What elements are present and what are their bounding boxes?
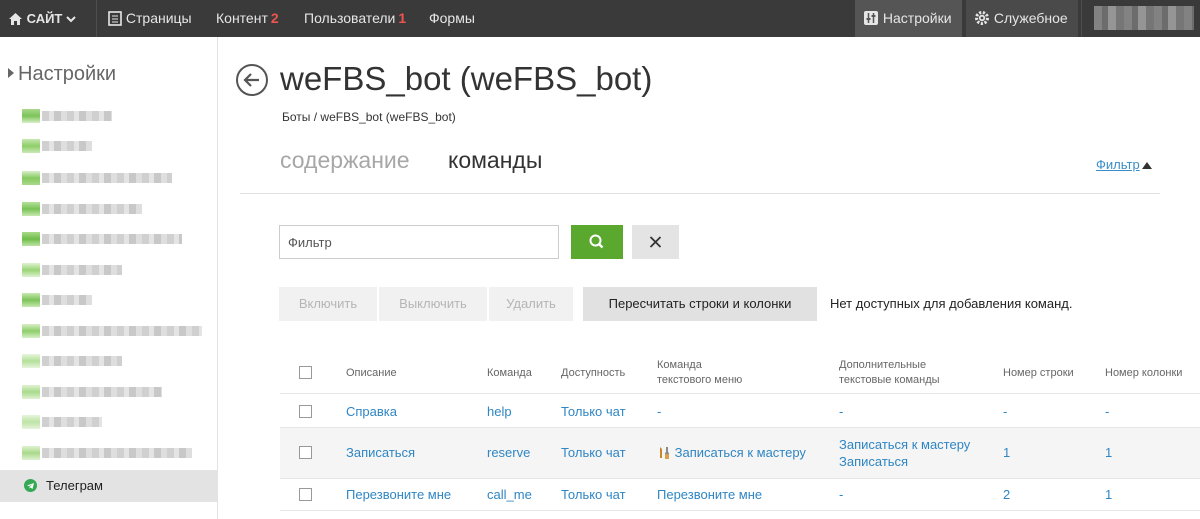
row-availability[interactable]: Только чат bbox=[561, 403, 626, 420]
filter-toggle-label: Фильтр bbox=[1096, 157, 1140, 172]
row-checkbox[interactable] bbox=[299, 446, 312, 459]
row-description[interactable]: Справка bbox=[346, 403, 397, 420]
page-title: weFBS_bot (weFBS_bot) bbox=[280, 60, 653, 97]
users-count-badge: 1 bbox=[398, 10, 407, 26]
site-menu-button[interactable]: САЙТ bbox=[8, 0, 76, 37]
status-message: Нет доступных для добавления команд. bbox=[830, 296, 1073, 311]
column-header[interactable]: Номер колонки bbox=[1105, 366, 1182, 381]
nav-content[interactable]: Контент 2 bbox=[216, 0, 279, 37]
row-column-number[interactable]: 1 bbox=[1105, 486, 1112, 503]
chevron-down-icon bbox=[66, 15, 76, 22]
column-header[interactable]: Доступность bbox=[561, 366, 625, 381]
tab-content[interactable]: содержание bbox=[280, 147, 410, 174]
row-command[interactable]: help bbox=[487, 403, 512, 420]
home-icon bbox=[9, 12, 22, 25]
sidebar-item-label: Телеграм bbox=[46, 478, 103, 493]
content-count-badge: 2 bbox=[270, 10, 279, 26]
nav-settings[interactable]: Настройки bbox=[855, 0, 962, 37]
row-column-number[interactable]: 1 bbox=[1105, 444, 1112, 461]
nav-service[interactable]: Служебное bbox=[966, 0, 1078, 37]
close-icon bbox=[649, 236, 662, 248]
nav-users-label: Пользователи bbox=[304, 10, 396, 26]
row-description[interactable]: Перезвоните мне bbox=[346, 486, 451, 503]
user-account-blurred[interactable] bbox=[1094, 6, 1194, 30]
row-extra-command[interactable]: - bbox=[839, 486, 843, 503]
clear-filter-button[interactable] bbox=[632, 225, 679, 259]
caret-right-icon bbox=[8, 68, 14, 78]
site-label: САЙТ bbox=[26, 11, 63, 26]
recalculate-button[interactable]: Пересчитать строки и колонки bbox=[583, 287, 817, 321]
row-line-number[interactable]: - bbox=[1003, 403, 1007, 420]
select-all-checkbox[interactable] bbox=[299, 366, 312, 379]
row-description[interactable]: Записаться bbox=[346, 444, 415, 461]
divider bbox=[1081, 0, 1082, 37]
sidebar: Настройки Телеграм bbox=[0, 37, 218, 519]
nav-pages[interactable]: Страницы bbox=[108, 0, 192, 37]
column-header[interactable]: Дополнительные текстовые команды bbox=[839, 358, 940, 388]
divider bbox=[280, 393, 1200, 394]
top-navigation-bar: САЙТ Страницы Контент 2 Пользователи 1 Фор… bbox=[0, 0, 1200, 37]
nav-settings-label: Настройки bbox=[882, 10, 952, 26]
divider bbox=[240, 193, 1160, 194]
sidebar-title[interactable]: Настройки bbox=[8, 63, 116, 86]
divider bbox=[280, 478, 1200, 479]
nav-forms-label: Формы bbox=[429, 10, 475, 26]
row-extra-command[interactable]: Записаться к мастеру bbox=[839, 436, 970, 453]
row-extra-command[interactable]: Записаться bbox=[839, 453, 908, 470]
row-checkbox[interactable] bbox=[299, 405, 312, 418]
arrow-left-icon bbox=[243, 73, 259, 87]
nav-pages-label: Страницы bbox=[125, 10, 192, 26]
row-availability[interactable]: Только чат bbox=[561, 444, 626, 461]
breadcrumb[interactable]: Боты / weFBS_bot (weFBS_bot) bbox=[282, 110, 456, 124]
filter-toggle-link[interactable]: Фильтр bbox=[1096, 157, 1152, 172]
tab-commands[interactable]: команды bbox=[448, 147, 542, 174]
menu-command-label: Записаться к мастеру bbox=[674, 445, 806, 460]
enable-button[interactable]: Включить bbox=[279, 287, 377, 321]
disable-button[interactable]: Выключить bbox=[379, 287, 487, 321]
tools-icon bbox=[660, 446, 669, 459]
gear-icon bbox=[975, 11, 989, 26]
row-column-number[interactable]: - bbox=[1105, 403, 1109, 420]
page-icon bbox=[108, 10, 122, 26]
column-header[interactable]: Команда bbox=[487, 366, 532, 381]
row-command[interactable]: call_me bbox=[487, 486, 532, 503]
row-availability[interactable]: Только чат bbox=[561, 486, 626, 503]
row-checkbox[interactable] bbox=[299, 488, 312, 501]
back-button[interactable] bbox=[236, 64, 268, 96]
row-line-number[interactable]: 1 bbox=[1003, 444, 1010, 461]
row-command[interactable]: reserve bbox=[487, 444, 530, 461]
nav-service-label: Служебное bbox=[993, 10, 1068, 26]
search-button[interactable] bbox=[571, 225, 623, 259]
sidebar-item-telegram[interactable]: Телеграм bbox=[0, 470, 218, 502]
nav-content-label: Контент bbox=[216, 10, 268, 26]
column-header[interactable]: Команда текстового меню bbox=[657, 358, 742, 388]
telegram-icon bbox=[24, 479, 37, 492]
row-extra-command[interactable]: - bbox=[839, 403, 843, 420]
nav-users[interactable]: Пользователи 1 bbox=[304, 0, 406, 37]
filter-input[interactable] bbox=[279, 225, 559, 259]
row-menu-command[interactable]: Перезвоните мне bbox=[657, 486, 762, 503]
row-line-number[interactable]: 2 bbox=[1003, 486, 1010, 503]
divider bbox=[96, 0, 97, 37]
column-header[interactable]: Описание bbox=[346, 366, 397, 381]
row-menu-command[interactable]: - bbox=[657, 403, 661, 420]
delete-button[interactable]: Удалить bbox=[489, 287, 573, 321]
divider bbox=[280, 510, 1200, 511]
search-icon bbox=[589, 234, 604, 249]
settings-sliders-icon bbox=[864, 11, 878, 26]
row-menu-command[interactable]: Записаться к мастеру bbox=[657, 444, 806, 461]
sidebar-title-label: Настройки bbox=[18, 63, 117, 85]
column-header[interactable]: Номер строки bbox=[1003, 366, 1074, 381]
caret-up-icon bbox=[1141, 162, 1152, 169]
nav-forms[interactable]: Формы bbox=[429, 0, 475, 37]
